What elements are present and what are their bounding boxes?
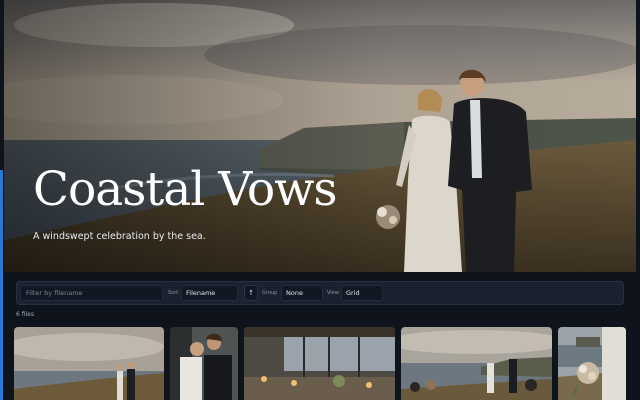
gallery-thumbnail[interactable]	[14, 327, 164, 400]
hero-banner: Coastal Vows A windswept celebration by …	[4, 0, 636, 272]
group-select[interactable]: None	[281, 285, 323, 301]
hero-title: Coastal Vows	[33, 162, 338, 217]
group-label: Group	[262, 290, 278, 296]
file-count: 6 files	[16, 311, 34, 318]
gallery-thumbnail[interactable]	[170, 327, 238, 400]
gallery-thumbnail[interactable]	[558, 327, 626, 400]
view-select[interactable]: Grid	[341, 285, 383, 301]
hero-subtitle: A windswept celebration by the sea.	[33, 231, 206, 242]
sort-select[interactable]: Filename	[181, 285, 238, 301]
sort-label: Sort	[168, 290, 179, 296]
left-edge-accent	[0, 170, 3, 400]
sort-direction-button[interactable]: ↑	[244, 285, 258, 301]
gallery-thumbnail[interactable]	[401, 327, 552, 400]
gallery-thumbnail[interactable]	[244, 327, 395, 400]
filter-toolbar: Sort Filename ↑ Group None View Grid	[16, 281, 624, 305]
filename-filter-input[interactable]	[20, 285, 163, 301]
view-label: View	[327, 290, 339, 296]
